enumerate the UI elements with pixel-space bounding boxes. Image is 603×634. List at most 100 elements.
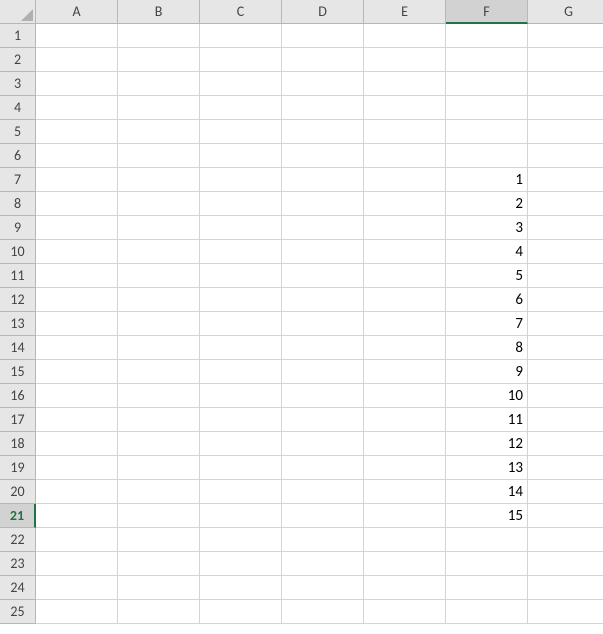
- row-header-16[interactable]: 16: [0, 384, 36, 408]
- cell-A23[interactable]: [36, 552, 118, 576]
- cell-F9[interactable]: 3: [446, 216, 528, 240]
- cell-B18[interactable]: [118, 432, 200, 456]
- cell-E5[interactable]: [364, 120, 446, 144]
- row-header-25[interactable]: 25: [0, 600, 36, 624]
- cell-C8[interactable]: [200, 192, 282, 216]
- cell-C4[interactable]: [200, 96, 282, 120]
- cell-D16[interactable]: [282, 384, 364, 408]
- cell-D9[interactable]: [282, 216, 364, 240]
- cell-B12[interactable]: [118, 288, 200, 312]
- cell-A9[interactable]: [36, 216, 118, 240]
- cell-F13[interactable]: 7: [446, 312, 528, 336]
- cell-E6[interactable]: [364, 144, 446, 168]
- cell-C20[interactable]: [200, 480, 282, 504]
- column-header-B[interactable]: B: [118, 0, 200, 24]
- cell-D8[interactable]: [282, 192, 364, 216]
- cell-F24[interactable]: [446, 576, 528, 600]
- cell-D11[interactable]: [282, 264, 364, 288]
- cell-F21[interactable]: 15: [446, 504, 528, 528]
- cell-C2[interactable]: [200, 48, 282, 72]
- cell-A7[interactable]: [36, 168, 118, 192]
- row-header-4[interactable]: 4: [0, 96, 36, 120]
- cell-C12[interactable]: [200, 288, 282, 312]
- cell-B20[interactable]: [118, 480, 200, 504]
- cell-F6[interactable]: [446, 144, 528, 168]
- cell-F17[interactable]: 11: [446, 408, 528, 432]
- cell-C16[interactable]: [200, 384, 282, 408]
- cell-C1[interactable]: [200, 24, 282, 48]
- cell-B14[interactable]: [118, 336, 200, 360]
- cell-G11[interactable]: [528, 264, 603, 288]
- cell-E7[interactable]: [364, 168, 446, 192]
- cell-E17[interactable]: [364, 408, 446, 432]
- cell-G12[interactable]: [528, 288, 603, 312]
- cell-D18[interactable]: [282, 432, 364, 456]
- cell-A6[interactable]: [36, 144, 118, 168]
- row-header-11[interactable]: 11: [0, 264, 36, 288]
- cell-B6[interactable]: [118, 144, 200, 168]
- row-header-2[interactable]: 2: [0, 48, 36, 72]
- cell-E4[interactable]: [364, 96, 446, 120]
- cell-G20[interactable]: [528, 480, 603, 504]
- cell-E20[interactable]: [364, 480, 446, 504]
- cell-A11[interactable]: [36, 264, 118, 288]
- cell-B24[interactable]: [118, 576, 200, 600]
- cell-B17[interactable]: [118, 408, 200, 432]
- cell-A22[interactable]: [36, 528, 118, 552]
- row-header-15[interactable]: 15: [0, 360, 36, 384]
- cell-A5[interactable]: [36, 120, 118, 144]
- select-all-corner[interactable]: [0, 0, 36, 24]
- cell-E18[interactable]: [364, 432, 446, 456]
- cell-A21[interactable]: [36, 504, 118, 528]
- column-header-G[interactable]: G: [528, 0, 603, 24]
- row-header-19[interactable]: 19: [0, 456, 36, 480]
- cell-G2[interactable]: [528, 48, 603, 72]
- cell-C10[interactable]: [200, 240, 282, 264]
- cell-C25[interactable]: [200, 600, 282, 624]
- cell-G17[interactable]: [528, 408, 603, 432]
- cell-G1[interactable]: [528, 24, 603, 48]
- cell-G16[interactable]: [528, 384, 603, 408]
- cell-E9[interactable]: [364, 216, 446, 240]
- cell-D21[interactable]: [282, 504, 364, 528]
- cell-G7[interactable]: [528, 168, 603, 192]
- cell-F19[interactable]: 13: [446, 456, 528, 480]
- cell-A3[interactable]: [36, 72, 118, 96]
- cell-A8[interactable]: [36, 192, 118, 216]
- row-header-17[interactable]: 17: [0, 408, 36, 432]
- row-header-24[interactable]: 24: [0, 576, 36, 600]
- cell-D23[interactable]: [282, 552, 364, 576]
- cell-A1[interactable]: [36, 24, 118, 48]
- cell-F5[interactable]: [446, 120, 528, 144]
- row-header-18[interactable]: 18: [0, 432, 36, 456]
- cell-F15[interactable]: 9: [446, 360, 528, 384]
- row-header-23[interactable]: 23: [0, 552, 36, 576]
- cell-E25[interactable]: [364, 600, 446, 624]
- cell-E19[interactable]: [364, 456, 446, 480]
- cell-F4[interactable]: [446, 96, 528, 120]
- cell-B7[interactable]: [118, 168, 200, 192]
- row-header-1[interactable]: 1: [0, 24, 36, 48]
- row-header-5[interactable]: 5: [0, 120, 36, 144]
- cell-C5[interactable]: [200, 120, 282, 144]
- cell-A10[interactable]: [36, 240, 118, 264]
- cell-E15[interactable]: [364, 360, 446, 384]
- cell-D13[interactable]: [282, 312, 364, 336]
- row-header-3[interactable]: 3: [0, 72, 36, 96]
- cell-D19[interactable]: [282, 456, 364, 480]
- cell-G14[interactable]: [528, 336, 603, 360]
- cell-C3[interactable]: [200, 72, 282, 96]
- cell-E1[interactable]: [364, 24, 446, 48]
- row-header-8[interactable]: 8: [0, 192, 36, 216]
- cell-D1[interactable]: [282, 24, 364, 48]
- cell-B1[interactable]: [118, 24, 200, 48]
- column-header-E[interactable]: E: [364, 0, 446, 24]
- cell-E22[interactable]: [364, 528, 446, 552]
- cell-F16[interactable]: 10: [446, 384, 528, 408]
- cell-B23[interactable]: [118, 552, 200, 576]
- cell-B22[interactable]: [118, 528, 200, 552]
- cell-C19[interactable]: [200, 456, 282, 480]
- cell-A2[interactable]: [36, 48, 118, 72]
- cell-G8[interactable]: [528, 192, 603, 216]
- cell-B25[interactable]: [118, 600, 200, 624]
